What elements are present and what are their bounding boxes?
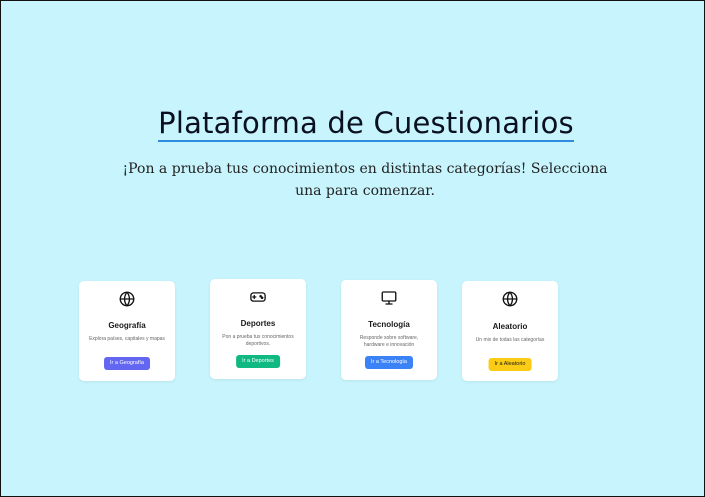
category-name: Geografía	[108, 321, 146, 330]
category-card-aleatorio: Aleatorio Un mix de todas las categorías…	[462, 281, 558, 381]
category-card-tecnologia: Tecnología Responde sobre software, hard…	[341, 280, 437, 380]
gamepad-icon	[210, 288, 306, 308]
page-title-text: Plataforma de Cuestionarios	[158, 106, 574, 142]
category-card-geografia: Geografía Explora países, capitales y ma…	[79, 281, 175, 381]
category-name: Tecnología	[368, 320, 410, 329]
category-description: Responde sobre software, hardware e inno…	[359, 335, 419, 348]
category-description: Explora países, capitales y mapas	[89, 336, 165, 342]
page-subtitle: ¡Pon a prueba tus conocimientos en disti…	[122, 161, 608, 199]
category-description: Pon a prueba tus conocimientos deportivo…	[222, 334, 294, 347]
go-geografia-button[interactable]: Ir a Geografía	[104, 357, 150, 370]
category-card-deportes: Deportes Pon a prueba tus conocimientos …	[210, 279, 306, 379]
category-name: Aleatorio	[492, 322, 528, 331]
globe-icon	[462, 290, 558, 310]
category-name: Deportes	[240, 319, 276, 328]
category-description: Un mix de todas las categorías	[475, 337, 545, 343]
page: Plataforma de Cuestionarios ¡Pon a prueb…	[1, 1, 704, 496]
go-aleatorio-button[interactable]: Ir a Aleatorio	[488, 358, 532, 371]
page-title: Plataforma de Cuestionarios	[1, 106, 705, 142]
go-tecnologia-button[interactable]: Ir a Tecnología	[365, 356, 413, 369]
monitor-icon	[341, 289, 437, 309]
globe-icon	[79, 290, 175, 310]
go-deportes-button[interactable]: Ir a Deportes	[236, 355, 280, 368]
